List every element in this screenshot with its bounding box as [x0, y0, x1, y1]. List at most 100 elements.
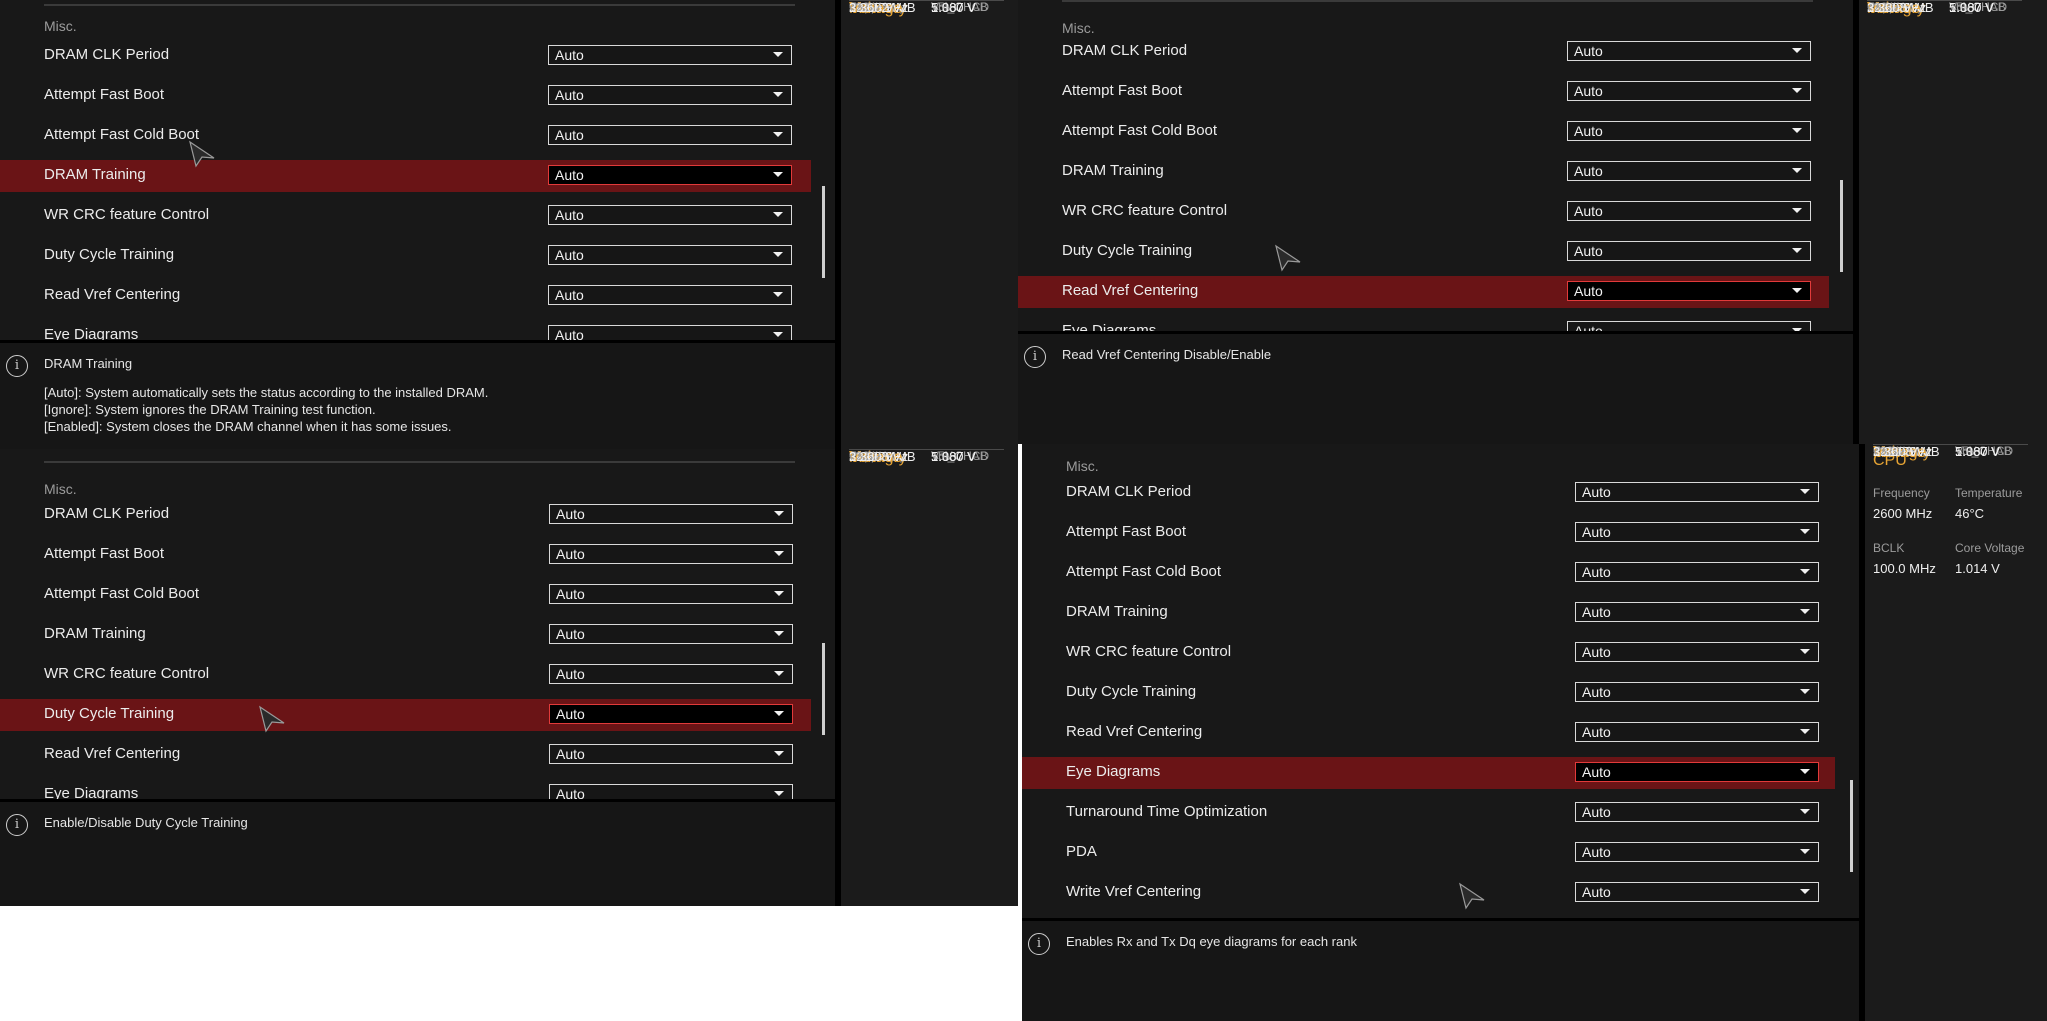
setting-dropdown[interactable]: Auto: [1567, 161, 1811, 181]
dropdown-value: Auto: [1582, 684, 1611, 700]
setting-dropdown[interactable]: Auto: [1567, 281, 1811, 301]
setting-label: Duty Cycle Training: [44, 246, 175, 263]
setting-dropdown[interactable]: Auto: [1575, 842, 1819, 862]
setting-dropdown[interactable]: Auto: [548, 165, 792, 185]
setting-row[interactable]: Duty Cycle Training Auto: [0, 699, 811, 731]
setting-dropdown[interactable]: Auto: [1575, 482, 1819, 502]
dropdown-value: Auto: [1582, 644, 1611, 660]
setting-dropdown[interactable]: Auto: [549, 584, 793, 604]
setting-row[interactable]: Read Vref Centering Auto: [1022, 717, 1835, 749]
help-text: DRAM Training [Auto]: System automaticall…: [44, 355, 488, 435]
setting-row[interactable]: Eye Diagrams Auto: [1022, 757, 1835, 789]
setting-dropdown[interactable]: Auto: [1575, 682, 1819, 702]
setting-dropdown[interactable]: Auto: [1567, 241, 1811, 261]
setting-dropdown[interactable]: Auto: [1575, 602, 1819, 622]
category-header: Misc.: [1062, 20, 1095, 36]
setting-label: Duty Cycle Training: [1062, 242, 1193, 259]
setting-label: Read Vref Centering: [44, 745, 181, 762]
setting-row[interactable]: Write Vref Centering Auto: [1022, 877, 1835, 909]
setting-row[interactable]: WR CRC feature Control Auto: [1022, 637, 1835, 669]
help-panel: i DRAM Training [Auto]: System automatical…: [0, 340, 835, 449]
setting-row[interactable]: WR CRC feature Control Auto: [0, 659, 811, 691]
scrollbar[interactable]: [1840, 180, 1843, 272]
setting-row[interactable]: DRAM CLK Period Auto: [0, 40, 811, 72]
chevron-down-icon: [1800, 809, 1810, 814]
setting-dropdown[interactable]: Auto: [549, 744, 793, 764]
setting-row[interactable]: Duty Cycle Training Auto: [1022, 677, 1835, 709]
setting-dropdown[interactable]: Auto: [548, 245, 792, 265]
setting-row[interactable]: DRAM CLK Period Auto: [1018, 36, 1829, 68]
setting-row[interactable]: DRAM Training Auto: [1022, 597, 1835, 629]
setting-row[interactable]: Attempt Fast Boot Auto: [0, 539, 811, 571]
setting-label: Attempt Fast Boot: [44, 545, 165, 562]
setting-row[interactable]: Attempt Fast Boot Auto: [1022, 517, 1835, 549]
setting-row[interactable]: Turnaround Time Optimization Auto: [1022, 797, 1835, 829]
setting-dropdown[interactable]: Auto: [1575, 522, 1819, 542]
setting-row[interactable]: Attempt Fast Cold Boot Auto: [0, 579, 811, 611]
top-divider: [44, 461, 795, 463]
dropdown-value: Auto: [555, 247, 584, 263]
setting-row[interactable]: DRAM Training Auto: [0, 619, 811, 651]
setting-dropdown[interactable]: Auto: [1575, 562, 1819, 582]
settings-list: Misc. DRAM CLK Period Auto Attempt Fast Boo…: [1018, 0, 1853, 334]
setting-dropdown[interactable]: Auto: [549, 664, 793, 684]
setting-row[interactable]: DRAM CLK Period Auto: [0, 499, 811, 531]
chevron-down-icon: [774, 791, 784, 796]
setting-row[interactable]: WR CRC feature Control Auto: [0, 200, 811, 232]
setting-dropdown[interactable]: Auto: [548, 45, 792, 65]
dropdown-value: Auto: [555, 167, 584, 183]
dropdown-value: Auto: [556, 546, 585, 562]
setting-row[interactable]: Attempt Fast Boot Auto: [1018, 76, 1829, 108]
setting-row[interactable]: Read Vref Centering Auto: [1018, 276, 1829, 308]
bios-panel: Misc. DRAM CLK Period Auto Attempt Fast Boo…: [1022, 444, 2047, 1021]
dropdown-value: Auto: [1582, 564, 1611, 580]
setting-label: DRAM CLK Period: [1062, 42, 1188, 59]
setting-dropdown[interactable]: Auto: [1575, 722, 1819, 742]
setting-row[interactable]: Duty Cycle Training Auto: [0, 240, 811, 272]
setting-row[interactable]: PDA Auto: [1022, 837, 1835, 869]
chevron-down-icon: [1792, 128, 1802, 133]
setting-label: WR CRC feature Control: [44, 665, 210, 682]
setting-dropdown[interactable]: Auto: [1567, 81, 1811, 101]
setting-dropdown[interactable]: Auto: [1575, 762, 1819, 782]
setting-row[interactable]: Read Vref Centering Auto: [0, 280, 811, 312]
dropdown-value: Auto: [1582, 524, 1611, 540]
dropdown-value: Auto: [1574, 283, 1603, 299]
setting-dropdown[interactable]: Auto: [1567, 41, 1811, 61]
setting-row[interactable]: DRAM CLK Period Auto: [1022, 477, 1835, 509]
help-line: [Ignore]: System ignores the DRAM Traini…: [44, 402, 376, 417]
setting-dropdown[interactable]: Auto: [1575, 882, 1819, 902]
scrollbar[interactable]: [822, 643, 825, 735]
setting-row[interactable]: DRAM Training Auto: [0, 160, 811, 192]
dropdown-value: Auto: [556, 666, 585, 682]
scrollbar[interactable]: [1850, 780, 1853, 872]
setting-row[interactable]: Attempt Fast Cold Boot Auto: [1022, 557, 1835, 589]
setting-dropdown[interactable]: Auto: [548, 285, 792, 305]
scrollbar[interactable]: [822, 186, 825, 278]
setting-row[interactable]: DRAM Training Auto: [1018, 156, 1829, 188]
setting-dropdown[interactable]: Auto: [549, 624, 793, 644]
setting-dropdown[interactable]: Auto: [1567, 121, 1811, 141]
setting-row[interactable]: Read Vref Centering Auto: [0, 739, 811, 771]
setting-row[interactable]: Attempt Fast Cold Boot Auto: [1018, 116, 1829, 148]
setting-dropdown[interactable]: Auto: [1575, 802, 1819, 822]
core-voltage-value: 1.014 V: [1955, 561, 2000, 576]
setting-dropdown[interactable]: Auto: [1567, 201, 1811, 221]
setting-dropdown[interactable]: Auto: [549, 704, 793, 724]
bclk-value: 100.0 MHz: [1873, 561, 1936, 576]
setting-dropdown[interactable]: Auto: [548, 85, 792, 105]
setting-row[interactable]: WR CRC feature Control Auto: [1018, 196, 1829, 228]
dropdown-value: Auto: [1582, 884, 1611, 900]
dropdown-value: Auto: [1582, 844, 1611, 860]
setting-dropdown[interactable]: Auto: [548, 205, 792, 225]
setting-label: DRAM CLK Period: [1066, 483, 1192, 500]
setting-dropdown[interactable]: Auto: [548, 125, 792, 145]
chevron-down-icon: [1800, 889, 1810, 894]
setting-dropdown[interactable]: Auto: [549, 504, 793, 524]
setting-dropdown[interactable]: Auto: [549, 544, 793, 564]
setting-row[interactable]: Duty Cycle Training Auto: [1018, 236, 1829, 268]
setting-row[interactable]: Attempt Fast Cold Boot Auto: [0, 120, 811, 152]
help-line: Enable/Disable Duty Cycle Training: [44, 815, 248, 830]
setting-dropdown[interactable]: Auto: [1575, 642, 1819, 662]
setting-row[interactable]: Attempt Fast Boot Auto: [0, 80, 811, 112]
